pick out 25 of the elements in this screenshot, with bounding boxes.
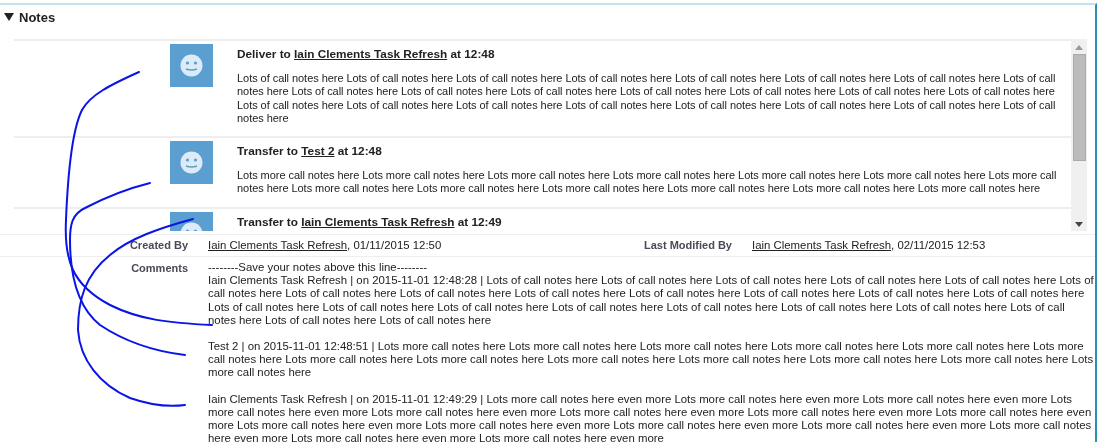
note-body: Lots more call notes here Lots more call notes here Lots more call notes here Lots more call notes here Lots more call notes here Lots more call notes here Lots more call notes here Lots more call notes here Lots more call notes here Lots more call notes here Lots more call notes here Lots more call notes here Lots more call notes here	[237, 169, 1058, 196]
note-title: Transfer to Test 2 at 12:48	[237, 144, 383, 159]
section-title: Notes	[19, 9, 56, 25]
comment-entry: Iain Clements Task Refresh | on 2015-11-01 12:48:28 | Lots of call notes here Lots of call notes here Lots of call notes here Lots of call notes here Lots of call notes here Lots of call notes here Lots of call notes here Lots of call notes here Lots of call notes here Lots of call notes here Lots of call notes here Lots of call notes here Lots of call notes here Lots of call notes here Lots of call notes here Lots of call notes here Lots of call notes here Lots of call notes here Lots of call notes here Lots of call notes here Lots of call notes here Lots of call notes here Lots of call notes here	[208, 274, 1095, 327]
note-title: Deliver to Iain Clements Task Refresh at 12:48	[237, 47, 496, 61]
collapse-triangle-icon[interactable]	[4, 13, 14, 21]
user-link[interactable]: Iain Clements Task Refresh	[294, 47, 448, 61]
comment-entry: Test 2 | on 2015-11-01 12:48:51 | Lots more call notes here Lots more call notes here Lots more call notes here Lots more call notes here Lots more call notes here Lots more call notes here Lots more call notes here Lots more call notes here Lots more call notes here Lots more call notes here Lots more call notes here Lots more call notes here Lots more call notes here	[208, 340, 1095, 380]
avatar-icon	[170, 141, 213, 185]
scroll-down-icon[interactable]	[1075, 222, 1083, 227]
field-label: Created By	[128, 238, 188, 252]
user-link[interactable]: Iain Clements Task Refresh	[301, 214, 455, 229]
field-label: Last Modified By	[643, 238, 732, 252]
user-link[interactable]: Test 2	[301, 144, 335, 159]
field-value: Iain Clements Task Refresh, 02/11/2015 12:53	[752, 238, 987, 252]
note-title: Transfer to Iain Clements Task Refresh at 12:49	[237, 214, 503, 229]
scroll-thumb[interactable]	[1072, 54, 1086, 161]
avatar-icon	[170, 44, 213, 87]
field-value: Iain Clements Task Refresh, 01/11/2015 12:50	[208, 238, 443, 252]
field-label: Comments	[130, 261, 188, 276]
scroll-up-icon[interactable]	[1075, 45, 1083, 50]
comment-separator: --------Save your notes above this line--------	[208, 261, 428, 275]
scrollbar[interactable]	[1071, 39, 1087, 231]
note-body: Lots of call notes here Lots of call notes here Lots of call notes here Lots of call notes here Lots of call notes here Lots of call notes here Lots of call notes here Lots of call notes here Lots of call notes here Lots of call notes here Lots of call notes here Lots of call notes here Lots of call notes here Lots of call notes here Lots of call notes here Lots of call notes here Lots of call notes here Lots of call notes here Lots of call notes here Lots of call notes here Lots of call notes here Lots of call notes here Lots of call notes here	[237, 72, 1057, 126]
comment-entry: Iain Clements Task Refresh | on 2015-11-01 12:49:29 | Lots more call notes here even more Lots more call notes here even more Lots more call notes here even more Lots more call notes here even more Lots more call notes here even more Lots more call notes here even more Lots more call notes here even more Lots more call notes here even more Lots more call notes here even more Lots more call notes here even more Lots more call notes here even more Lots more call notes here even more Lots more call notes here even more Lots more call notes here even more Lots more call notes here even more	[208, 392, 1093, 442]
